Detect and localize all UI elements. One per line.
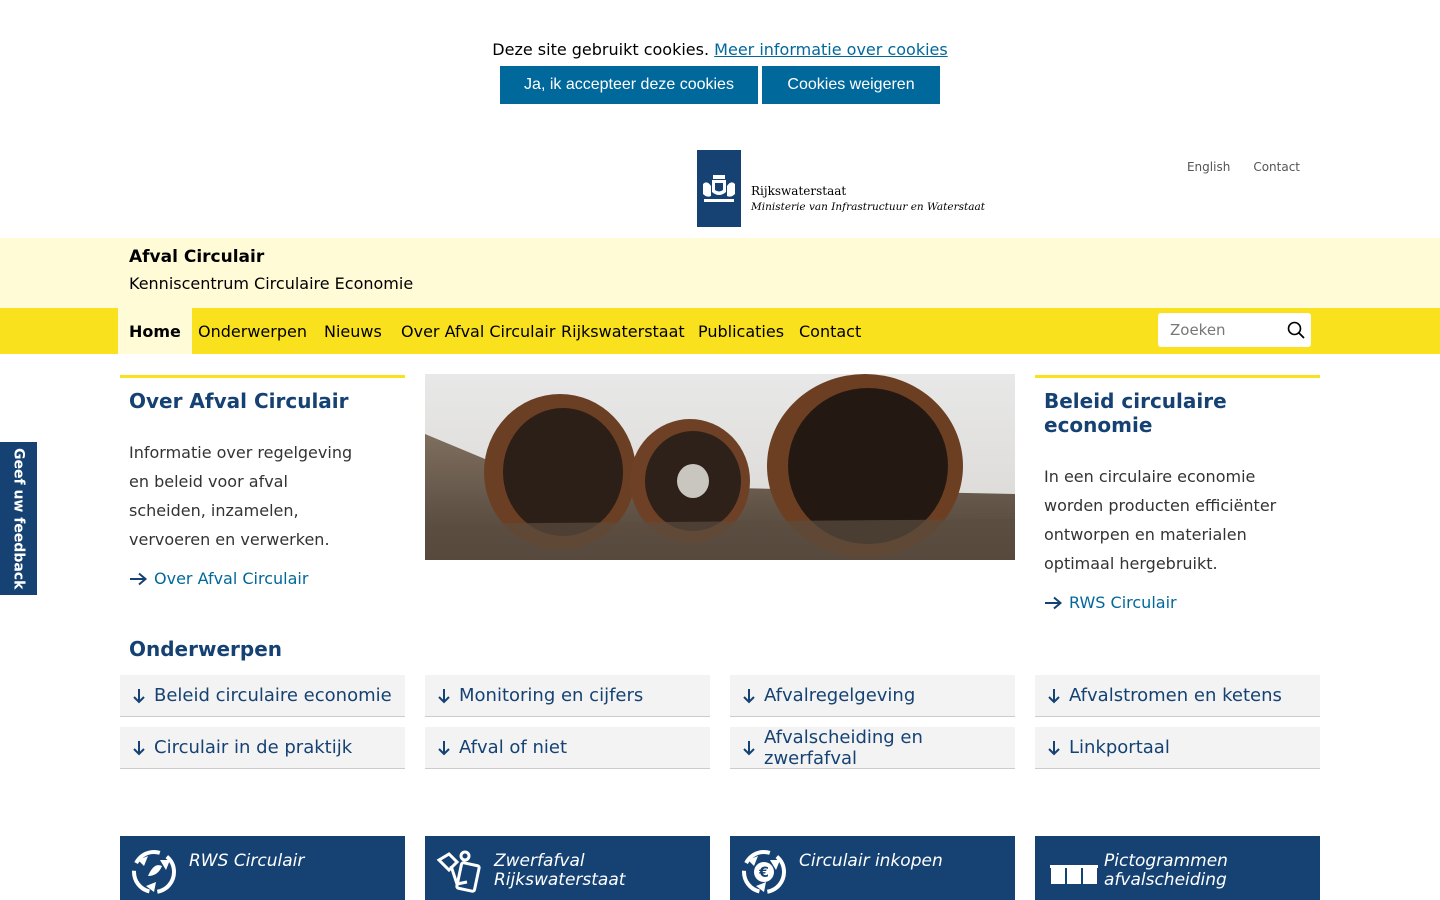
about-text: Informatie over regelgeving en beleid vo… [129,443,353,549]
cookie-bar: Deze site gebruikt cookies. Meer informa… [0,0,1440,130]
topic-label: Linkportaal [1069,737,1170,758]
about-title: Over Afval Circulair [129,389,349,413]
tile-circulair-inkopen[interactable]: € Circulair inkopen [730,836,1015,900]
bins-icon [1050,865,1098,884]
tile-label: RWS Circulair [189,851,305,871]
arrow-right-icon [1045,596,1063,609]
hero-image-pipes [425,374,1015,560]
nav-item-nieuws[interactable]: Nieuws [324,308,382,354]
arrow-down-icon [743,688,755,703]
nav-item-over-afval-circulair[interactable]: Over Afval Circulair [401,308,555,354]
recycle-arrows-icon [132,850,176,894]
arrow-down-icon [438,688,450,703]
cookie-message: Deze site gebruikt cookies. Meer informa… [0,40,1440,59]
topic-label: Beleid circulaire economie [154,685,392,706]
topic-link[interactable]: Afvalscheiding en zwerfafval [730,727,1015,769]
about-link[interactable]: Over Afval Circulair [129,569,396,588]
topic-link[interactable]: Afvalstromen en ketens [1035,675,1320,717]
tile-pictogrammen[interactable]: Pictogrammen afvalscheiding [1035,836,1320,900]
deny-cookies-button[interactable]: Cookies weigeren [762,66,940,104]
feedback-label: Geef uw feedback [10,447,27,590]
about-link-label: Over Afval Circulair [154,569,309,588]
nav-item-contact[interactable]: Contact [799,308,861,354]
topic-link[interactable]: Circulair in de praktijk [120,727,405,769]
top-links: English Contact [1187,160,1300,174]
language-link-english[interactable]: English [1187,160,1230,174]
topic-link[interactable]: Monitoring en cijfers [425,675,710,717]
arrow-down-icon [1048,740,1060,755]
arrow-right-icon [130,572,148,585]
topic-link[interactable]: Beleid circulaire economie [120,675,405,717]
about-block: Over Afval Circulair Informatie over reg… [120,375,405,588]
policy-block: Beleid circulaire economie In een circul… [1035,375,1320,612]
topic-label: Afvalregelgeving [764,685,916,706]
topic-link[interactable]: Linkportaal [1035,727,1320,769]
logo-title: Rijkswaterstaat [751,184,847,198]
search-box [1158,313,1311,347]
svg-text:€: € [758,865,769,881]
topic-link[interactable]: Afval of niet [425,727,710,769]
site-title[interactable]: Afval Circulair [129,247,264,267]
logo-subtitle: Ministerie van Infrastructuur en Waterst… [751,201,985,213]
topics-title: Onderwerpen [129,637,283,661]
topic-label: Afvalstromen en ketens [1069,685,1282,706]
cookie-info-link[interactable]: Meer informatie over cookies [714,40,948,59]
feedback-tab[interactable]: Geef uw feedback [0,442,37,595]
cookie-text: Deze site gebruikt cookies. [492,40,710,59]
topic-label: Afval of niet [459,737,568,758]
arrow-down-icon [133,688,145,703]
search-icon[interactable] [1287,321,1305,339]
search-input[interactable] [1170,321,1280,339]
arrow-down-icon [1048,688,1060,703]
nav-item-rijkswaterstaat[interactable]: Rijkswaterstaat [561,308,685,354]
euro-recycle-icon: € [742,850,786,894]
nav-item-publicaties[interactable]: Publicaties [698,308,784,354]
policy-link-label: RWS Circulair [1069,593,1177,612]
arrow-down-icon [743,740,755,755]
policy-link[interactable]: RWS Circulair [1044,593,1311,612]
tile-label: Zwerfafval Rijkswaterstaat [494,851,626,890]
nav-item-onderwerpen[interactable]: Onderwerpen [198,308,307,354]
policy-title: Beleid circulaire economie [1044,389,1227,437]
tile-label: Circulair inkopen [799,851,943,871]
litter-icon [436,850,481,893]
topic-label: Afvalscheiding en zwerfafval [764,726,923,769]
accept-cookies-button[interactable]: Ja, ik accepteer deze cookies [500,66,758,104]
top-contact-link[interactable]: Contact [1253,160,1300,174]
rijkswaterstaat-logo[interactable] [697,150,741,227]
topic-label: Monitoring en cijfers [459,685,644,706]
tile-rws-circulair[interactable]: RWS Circulair [120,836,405,900]
topic-link[interactable]: Afvalregelgeving [730,675,1015,717]
arrow-down-icon [133,740,145,755]
coat-of-arms-icon [703,174,735,202]
tile-zwerfafval[interactable]: Zwerfafval Rijkswaterstaat [425,836,710,900]
nav-item-home[interactable]: Home [118,308,192,354]
policy-text: In een circulaire economie worden produc… [1044,467,1277,573]
topic-label: Circulair in de praktijk [154,737,353,758]
logo-text: Rijkswaterstaat Ministerie van Infrastru… [751,183,985,215]
arrow-down-icon [438,740,450,755]
tile-label: Pictogrammen afvalscheiding [1104,851,1228,890]
site-subtitle: Kenniscentrum Circulaire Economie [129,274,414,293]
